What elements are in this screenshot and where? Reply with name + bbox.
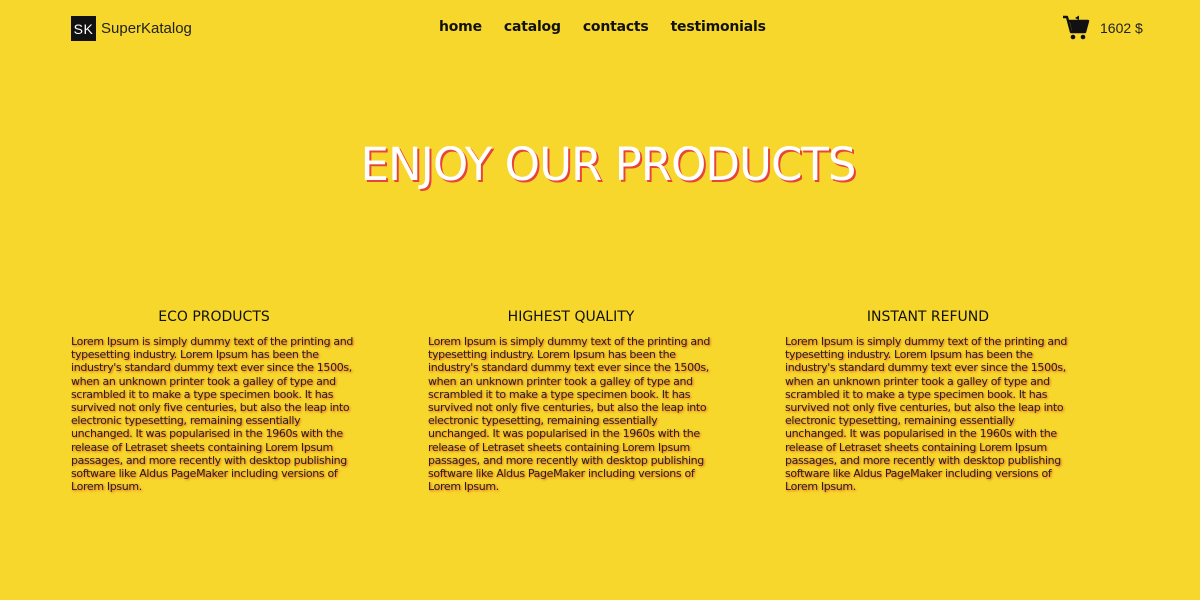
main-nav: home catalog contacts testimonials <box>439 19 788 35</box>
feature-text: Lorem Ipsum is simply dummy text of the … <box>71 335 353 494</box>
nav-contacts-link[interactable]: contacts <box>583 19 649 35</box>
logo-mark: SK <box>71 16 96 41</box>
hero-title: ENJOY OUR PRODUCTS <box>360 138 857 191</box>
feature-title: ECO PRODUCTS <box>158 309 270 325</box>
shopping-cart-icon <box>1063 15 1090 40</box>
feature-title: HIGHEST QUALITY <box>507 309 635 325</box>
feature-title: INSTANT REFUND <box>866 309 990 325</box>
nav-catalog-link[interactable]: catalog <box>504 19 561 35</box>
nav-testimonials-link[interactable]: testimonials <box>671 19 766 35</box>
logo[interactable]: SK SuperKatalog <box>71 16 192 41</box>
feature-highest-quality: HIGHEST QUALITY Lorem Ipsum is simply du… <box>428 309 718 493</box>
nav-home-link[interactable]: home <box>439 19 482 35</box>
site-header: SK SuperKatalog home catalog contacts te… <box>0 0 1200 60</box>
cart-total: 1602 $ <box>1100 20 1143 36</box>
feature-instant-refund: INSTANT REFUND Lorem Ipsum is simply dum… <box>785 309 1075 493</box>
logo-name: SuperKatalog <box>101 20 192 37</box>
cart-button[interactable]: 1602 $ <box>1062 15 1143 41</box>
feature-text: Lorem Ipsum is simply dummy text of the … <box>428 335 710 494</box>
feature-text: Lorem Ipsum is simply dummy text of the … <box>785 335 1067 494</box>
feature-eco-products: ECO PRODUCTS Lorem Ipsum is simply dummy… <box>71 309 361 493</box>
